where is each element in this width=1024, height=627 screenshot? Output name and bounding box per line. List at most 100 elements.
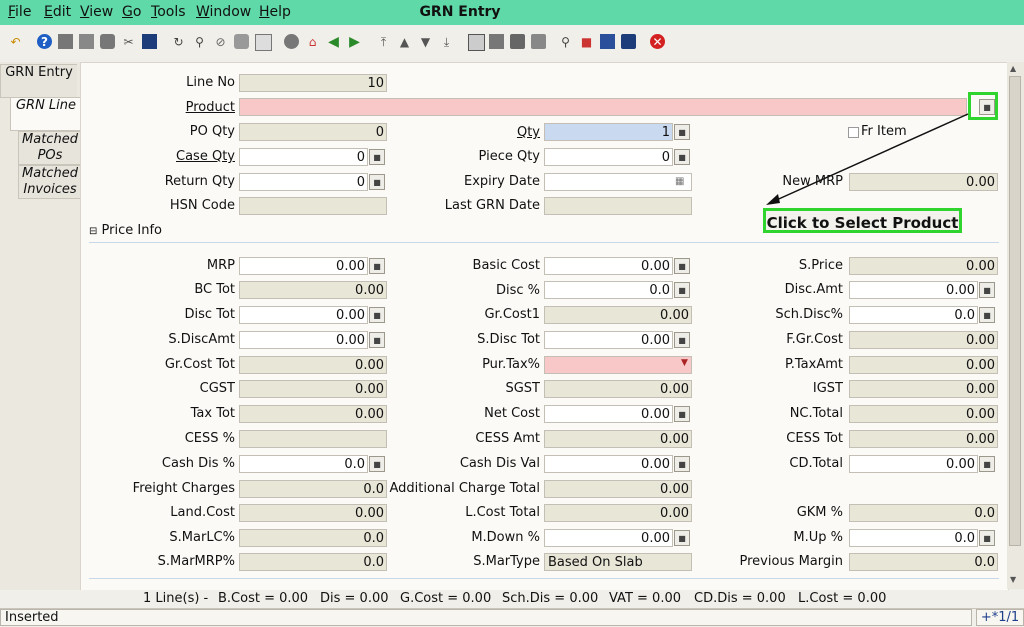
s-disc-tot-field[interactable]: 0.00	[544, 331, 673, 349]
mrp-calculator-button[interactable]: ■	[369, 258, 385, 274]
menu-edit[interactable]: Edit	[44, 4, 71, 20]
delete-icon[interactable]	[100, 34, 115, 49]
last-grn-date-label: Last GRN Date	[444, 198, 540, 213]
m-down-field[interactable]: 0.00	[544, 529, 673, 547]
zoom-icon[interactable]: ⚲	[558, 34, 573, 49]
m-down-calculator-button[interactable]: ■	[674, 530, 690, 546]
vertical-scrollbar[interactable]: ▲ ▼	[1007, 62, 1024, 589]
tab-matched-pos[interactable]: Matched POs	[18, 131, 81, 165]
first-icon[interactable]: ⤒	[376, 34, 391, 49]
mrp-field[interactable]: 0.00	[239, 257, 368, 275]
qty-field[interactable]: 1	[544, 123, 673, 141]
menu-window[interactable]: Window	[196, 4, 251, 20]
find-icon[interactable]: ⚲	[192, 34, 207, 49]
piece-qty-calculator-button[interactable]: ■	[674, 149, 690, 165]
menu-help[interactable]: Help	[259, 4, 291, 20]
product-info-icon[interactable]	[621, 34, 636, 49]
l-cost-total-label: L.Cost Total	[465, 505, 540, 520]
chevron-down-icon[interactable]: ▼	[681, 358, 688, 368]
sch-disc-calculator-button[interactable]: ■	[979, 307, 995, 323]
request-icon[interactable]	[600, 34, 615, 49]
menu-go[interactable]: Go	[122, 4, 141, 20]
history-icon[interactable]	[255, 34, 272, 51]
close-icon[interactable]: ✕	[650, 34, 665, 49]
new-icon[interactable]	[58, 34, 73, 49]
back-icon[interactable]: ◀	[326, 34, 341, 49]
tab-grn-line[interactable]: GRN Line	[10, 97, 81, 131]
tab-matched-invoices[interactable]: Matched Invoices	[18, 165, 81, 199]
cess-pct-label: CESS %	[184, 431, 235, 446]
chat-icon[interactable]	[234, 34, 249, 49]
refresh-icon[interactable]: ↻	[171, 34, 186, 49]
tax-tot-field: 0.00	[239, 405, 387, 423]
menu-icon[interactable]: ⌂	[305, 34, 320, 49]
scroll-down-icon[interactable]: ▼	[1010, 575, 1016, 584]
calendar-icon[interactable]: ▦	[675, 176, 687, 188]
line-no-label: Line No	[186, 75, 235, 90]
menu-tools[interactable]: Tools	[151, 4, 186, 20]
attach-icon[interactable]: ⊘	[213, 34, 228, 49]
scroll-up-icon[interactable]: ▲	[1010, 64, 1016, 73]
basic-cost-field[interactable]: 0.00	[544, 257, 673, 275]
undo-icon[interactable]: ↶	[8, 34, 23, 49]
p-taxamt-field: 0.00	[849, 356, 998, 374]
cash-dis-pct-calculator-button[interactable]: ■	[369, 456, 385, 472]
cash-dis-pct-field[interactable]: 0.0	[239, 455, 368, 473]
s-discamt-field[interactable]: 0.00	[239, 331, 368, 349]
save-icon[interactable]	[142, 34, 157, 49]
disc-amt-calculator-button[interactable]: ■	[979, 282, 995, 298]
cd-total-calculator-button[interactable]: ■	[979, 456, 995, 472]
disc-pct-calculator-button[interactable]: ■	[674, 282, 690, 298]
summary-vat: VAT = 0.00	[609, 591, 681, 606]
expiry-date-label: Expiry Date	[463, 174, 540, 189]
net-cost-field[interactable]: 0.00	[544, 405, 673, 423]
last-icon[interactable]: ⤓	[439, 34, 454, 49]
home-icon[interactable]	[284, 34, 299, 49]
next-icon[interactable]: ▼	[418, 34, 433, 49]
record-indicator[interactable]: +*1/1	[976, 609, 1024, 626]
copy-icon[interactable]	[79, 34, 94, 49]
cess-tot-field: 0.00	[849, 430, 998, 448]
s-disc-tot-calculator-button[interactable]: ■	[674, 332, 690, 348]
case-qty-field[interactable]: 0	[239, 148, 368, 166]
print-icon[interactable]	[510, 34, 525, 49]
menu-view[interactable]: View	[80, 4, 113, 20]
case-qty-label: Case Qty	[176, 149, 235, 164]
return-qty-field[interactable]: 0	[239, 173, 368, 191]
qty-calculator-button[interactable]: ■	[674, 124, 690, 140]
hsn-code-field	[239, 197, 387, 215]
s-discamt-calculator-button[interactable]: ■	[369, 332, 385, 348]
cut-icon[interactable]: ✂	[121, 34, 136, 49]
piece-qty-field[interactable]: 0	[544, 148, 673, 166]
m-up-calculator-button[interactable]: ■	[979, 530, 995, 546]
return-qty-calculator-button[interactable]: ■	[369, 174, 385, 190]
toolbar: ↶ ? ✂ ↻ ⚲ ⊘ ⌂ ◀ ▶ ⤒ ▲ ▼ ⤓ ⚲ ■ ✕	[0, 25, 1024, 59]
tab-grn-entry[interactable]: GRN Entry	[0, 64, 77, 98]
scroll-thumb[interactable]	[1009, 76, 1021, 546]
cash-dis-val-field[interactable]: 0.00	[544, 455, 673, 473]
pur-tax-select[interactable]	[544, 356, 692, 374]
previous-icon[interactable]: ▲	[397, 34, 412, 49]
price-info-header[interactable]: ⊟ Price Info	[89, 223, 162, 238]
m-up-field[interactable]: 0.0	[849, 529, 978, 547]
workflow-icon[interactable]: ■	[579, 34, 594, 49]
help-icon[interactable]: ?	[37, 34, 52, 49]
disc-tot-calculator-button[interactable]: ■	[369, 307, 385, 323]
forward-icon[interactable]: ▶	[347, 34, 362, 49]
print-preview-icon[interactable]	[531, 34, 546, 49]
disc-pct-field[interactable]: 0.0	[544, 281, 673, 299]
case-qty-calculator-button[interactable]: ■	[369, 149, 385, 165]
cd-total-field[interactable]: 0.00	[849, 455, 978, 473]
archive-icon[interactable]	[489, 34, 504, 49]
disc-tot-field[interactable]: 0.00	[239, 306, 368, 324]
basic-cost-calculator-button[interactable]: ■	[674, 258, 690, 274]
cgst-field: 0.00	[239, 380, 387, 398]
report-icon[interactable]	[468, 34, 485, 51]
cash-dis-val-calculator-button[interactable]: ■	[674, 456, 690, 472]
disc-amt-field[interactable]: 0.00	[849, 281, 978, 299]
sch-disc-field[interactable]: 0.0	[849, 306, 978, 324]
menu-file[interactable]: File	[8, 4, 31, 20]
net-cost-calculator-button[interactable]: ■	[674, 406, 690, 422]
hsn-code-label: HSN Code	[169, 198, 235, 213]
expiry-date-field[interactable]	[544, 173, 692, 191]
